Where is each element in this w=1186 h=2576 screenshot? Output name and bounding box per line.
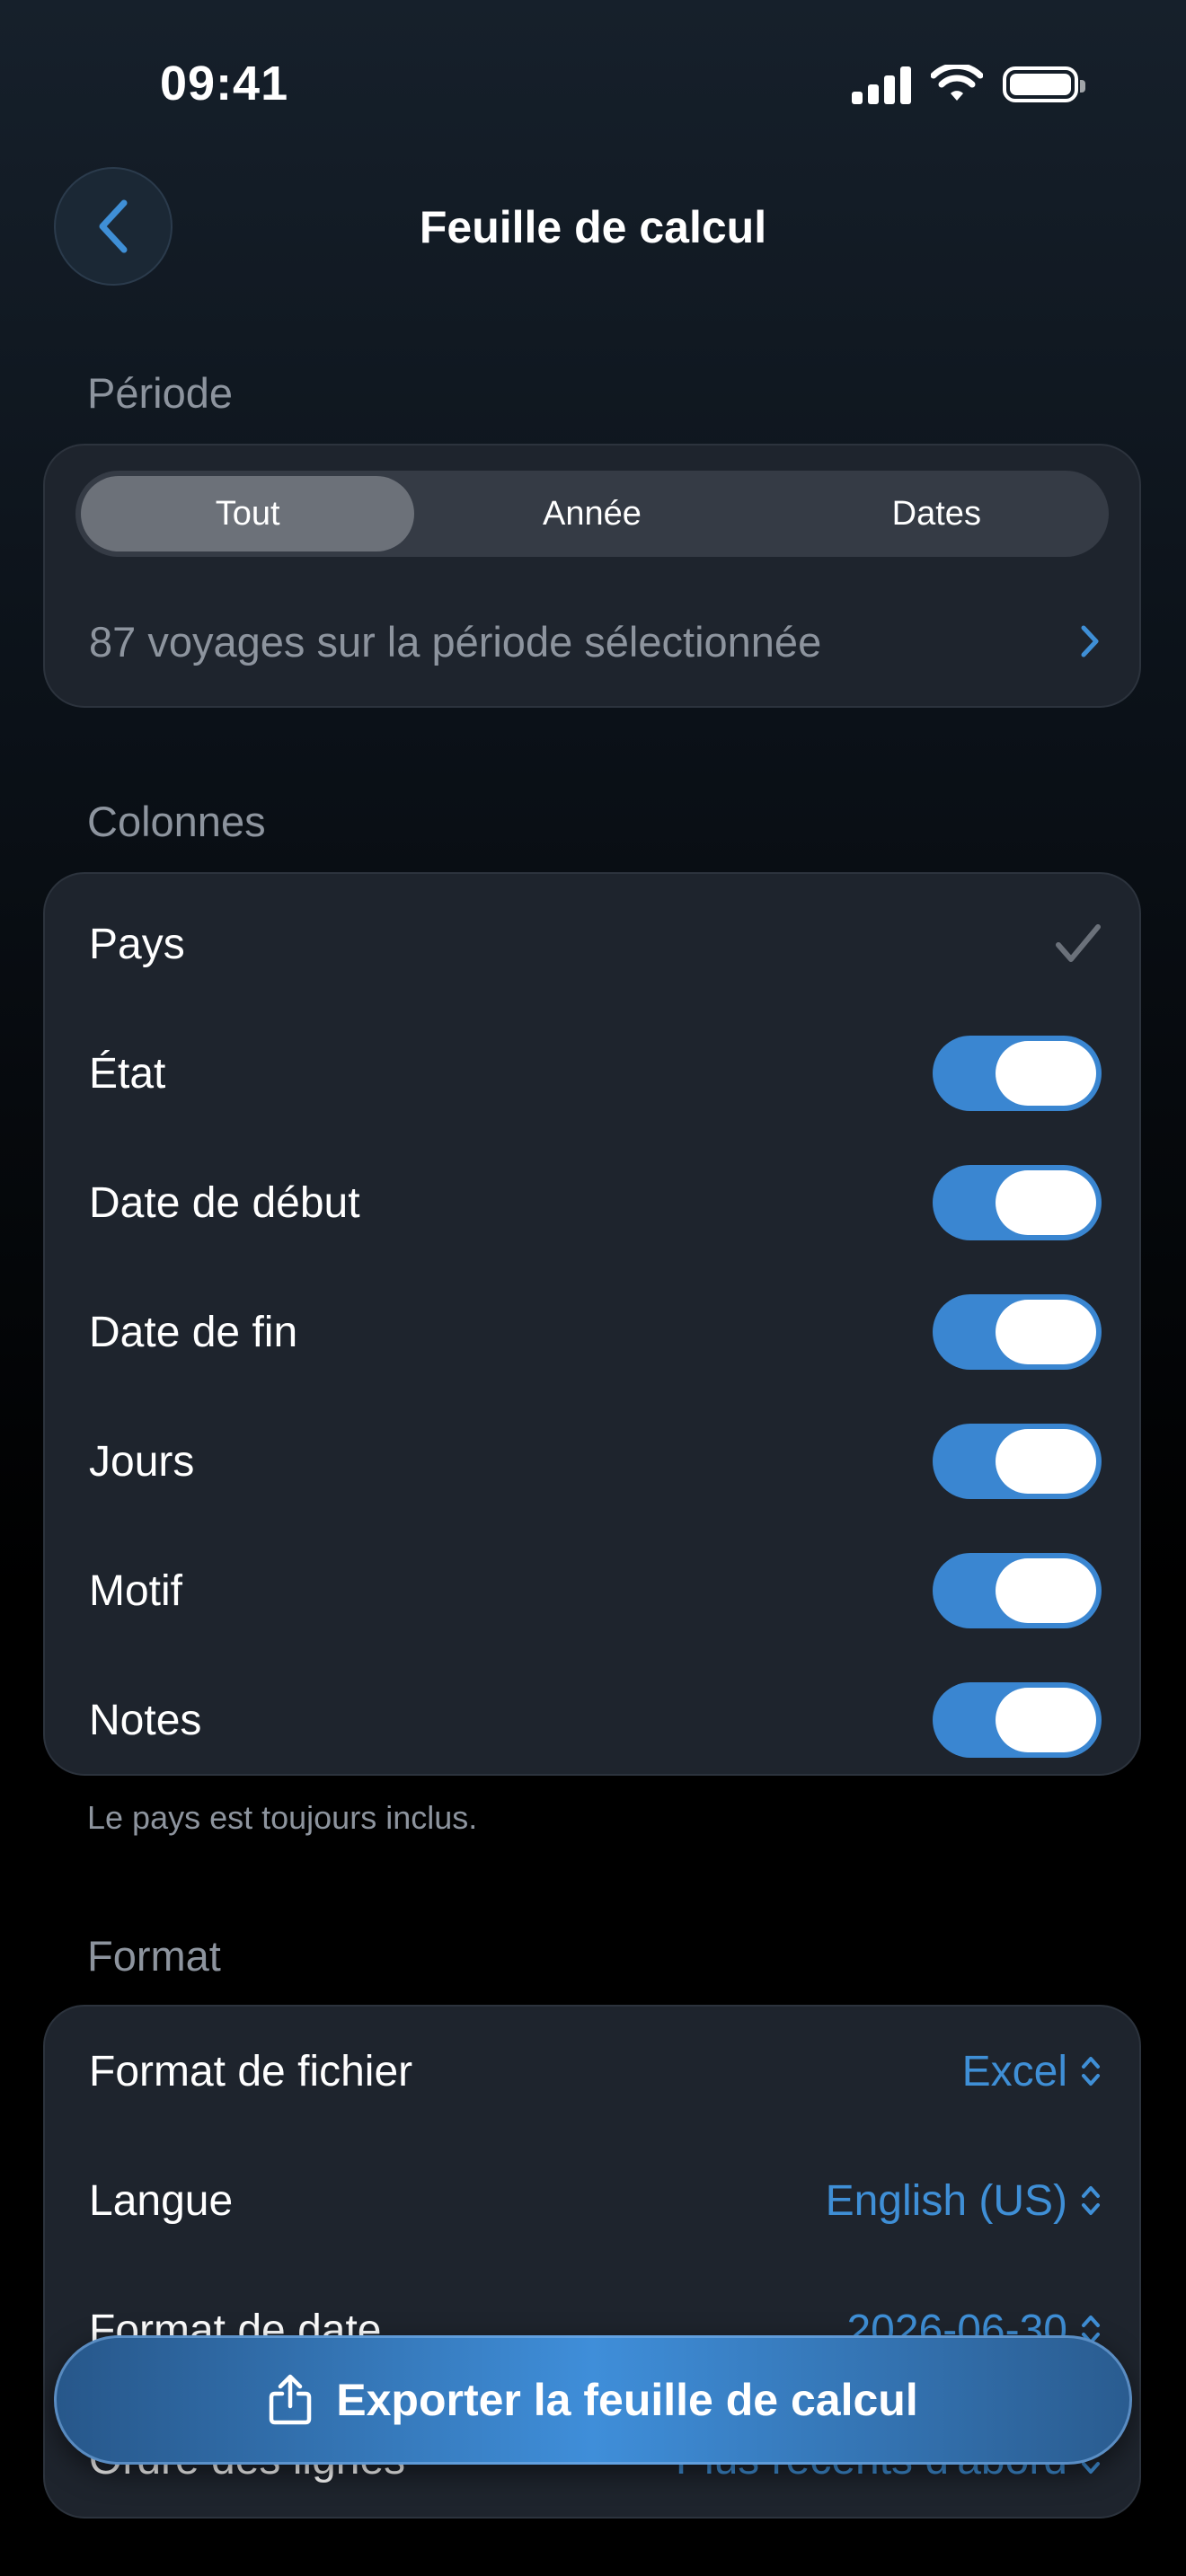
battery-icon [1003,66,1085,102]
share-icon [270,2374,312,2425]
segment-tout[interactable]: Tout [81,476,415,551]
segment-annee[interactable]: Année [425,476,758,551]
page-title: Feuille de calcul [419,202,767,252]
file-format-picker[interactable]: Excel [962,2047,1102,2096]
chevron-up-down-icon [1082,2057,1100,2086]
section-label-periode: Période [87,369,233,417]
picker-value: Excel [961,2047,1067,2095]
jours-toggle[interactable] [933,1424,1102,1499]
language-picker[interactable]: English (US) [826,2176,1102,2226]
section-label-colonnes: Colonnes [87,798,266,845]
etat-toggle[interactable] [933,1036,1102,1111]
date-fin-toggle[interactable] [933,1294,1102,1370]
colonnes-footnote: Le pays est toujours inclus. [87,1799,478,1836]
notes-toggle[interactable] [933,1682,1102,1758]
column-row-notes: Notes [45,1655,1139,1774]
picker-value: English (US) [825,2176,1067,2225]
column-row-pays: Pays [45,879,1139,1009]
column-label: Notes [89,1696,202,1744]
column-row-date-fin: Date de fin [45,1267,1139,1397]
chevron-up-down-icon [1082,2186,1100,2215]
column-label: Date de début [89,1178,360,1227]
periode-card: Tout Année Dates 87 voyages sur la pério… [43,444,1141,708]
export-spreadsheet-button[interactable]: Exporter la feuille de calcul [54,2335,1132,2465]
column-row-date-debut: Date de début [45,1138,1139,1267]
format-label: Langue [89,2176,234,2225]
period-segmented-control: Tout Année Dates [75,471,1109,557]
status-icons [852,65,1085,104]
trips-summary-row[interactable]: 87 voyages sur la période sélectionnée [45,598,1139,684]
format-label: Format de fichier [89,2047,413,2095]
checkmark-icon [1056,924,1101,962]
column-label: Jours [89,1437,195,1486]
cellular-signal-icon [852,65,911,104]
column-label: Pays [89,920,185,968]
column-label: Motif [89,1566,183,1615]
format-row-file[interactable]: Format de fichier Excel [45,2007,1139,2136]
section-label-format: Format [87,1932,221,1980]
column-label: État [89,1049,166,1098]
column-row-etat: État [45,1009,1139,1138]
segment-dates[interactable]: Dates [770,476,1103,551]
trips-summary-text: 87 voyages sur la période sélectionnée [89,617,822,666]
column-row-jours: Jours [45,1397,1139,1526]
colonnes-card: Pays État Date de début Date de fin Jour… [43,872,1141,1776]
motif-toggle[interactable] [933,1553,1102,1628]
format-row-langue[interactable]: Langue English (US) [45,2136,1139,2265]
date-debut-toggle[interactable] [933,1165,1102,1240]
status-time: 09:41 [160,57,289,110]
column-row-motif: Motif [45,1526,1139,1655]
export-button-label: Exporter la feuille de calcul [336,2375,918,2425]
chevron-right-icon [1081,625,1099,657]
wifi-icon [931,65,983,101]
column-label: Date de fin [89,1308,298,1356]
